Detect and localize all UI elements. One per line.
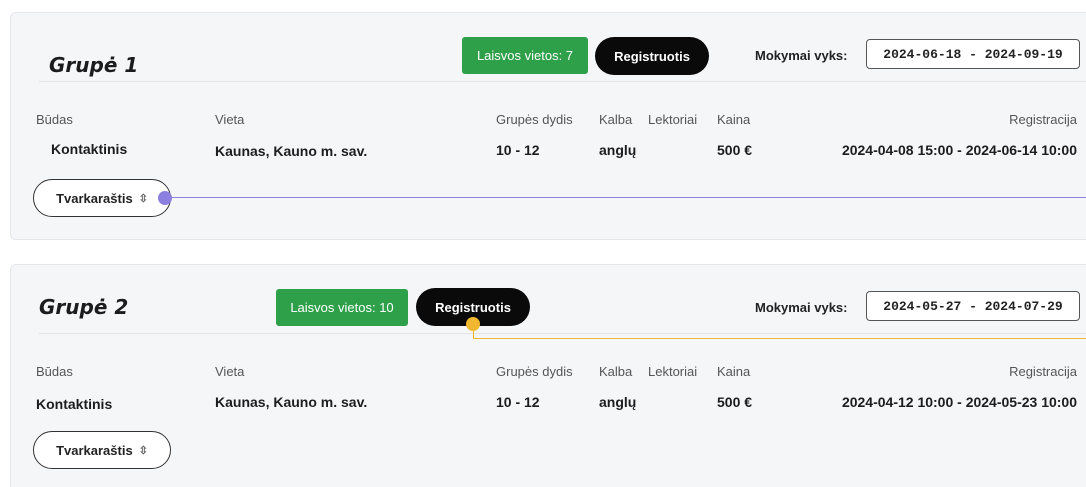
dates-value: 2024-05-27 - 2024-07-29 — [866, 291, 1080, 321]
schedule-label: Tvarkaraštis — [56, 190, 133, 206]
schedule-toggle-button[interactable]: Tvarkaraštis ⇳ — [33, 431, 171, 469]
col-header-price: Kaina — [717, 364, 751, 379]
value-language: anglų — [599, 394, 637, 410]
schedule-label: Tvarkaraštis — [56, 442, 133, 458]
col-header-size: Grupės dydis — [496, 364, 573, 379]
header-divider — [39, 333, 1086, 334]
group-title: Grupė 2 — [39, 295, 129, 319]
col-header-lecturers: Lektoriai — [648, 364, 698, 379]
col-header-size: Grupės dydis — [496, 112, 573, 127]
value-size: 10 - 12 — [496, 394, 540, 410]
group-card-1: Grupė 1 Laisvos vietos: 7 Registruotis M… — [10, 12, 1086, 240]
value-size: 10 - 12 — [496, 142, 540, 158]
free-spots-badge: Laisvos vietos: 10 — [276, 289, 408, 326]
value-price: 500 € — [717, 394, 753, 410]
schedule-toggle-button[interactable]: Tvarkaraštis ⇳ — [33, 179, 171, 217]
chevron-up-down-icon: ⇳ — [138, 444, 148, 457]
value-registration: 2024-04-12 10:00 - 2024-05-23 10:00 — [841, 394, 1077, 410]
col-header-price: Kaina — [717, 112, 751, 127]
chevron-up-down-icon: ⇳ — [138, 192, 148, 205]
value-mode: Kontaktinis — [51, 141, 128, 157]
dates-label: Mokymai vyks: — [755, 48, 848, 63]
col-header-mode: Būdas — [36, 364, 73, 379]
value-mode: Kontaktinis — [36, 396, 113, 412]
group-title: Grupė 1 — [49, 53, 139, 77]
col-header-place: Vieta — [215, 364, 245, 379]
col-header-lecturers: Lektoriai — [648, 112, 698, 127]
register-button[interactable]: Registruotis — [595, 37, 709, 75]
annotation-line-yellow — [473, 338, 1086, 339]
col-header-mode: Būdas — [36, 112, 73, 127]
col-header-language: Kalba — [599, 112, 633, 127]
value-price: 500 € — [717, 142, 753, 158]
value-place: Kaunas, Kauno m. sav. — [215, 143, 368, 159]
col-header-registration: Registracija — [1009, 112, 1077, 127]
value-place: Kaunas, Kauno m. sav. — [215, 394, 368, 410]
annotation-line-purple — [170, 197, 1086, 198]
group-card-2: Grupė 2 Laisvos vietos: 10 Registruotis … — [10, 264, 1086, 487]
col-header-place: Vieta — [215, 112, 245, 127]
col-header-language: Kalba — [599, 364, 633, 379]
dates-label: Mokymai vyks: — [755, 300, 848, 315]
annotation-marker-purple — [158, 191, 172, 205]
dates-value: 2024-06-18 - 2024-09-19 — [866, 39, 1080, 69]
free-spots-badge: Laisvos vietos: 7 — [462, 37, 588, 74]
value-registration: 2024-04-08 15:00 - 2024-06-14 10:00 — [841, 142, 1077, 158]
col-header-registration: Registracija — [1009, 364, 1077, 379]
header-divider — [39, 81, 1086, 82]
value-language: anglų — [599, 142, 637, 158]
